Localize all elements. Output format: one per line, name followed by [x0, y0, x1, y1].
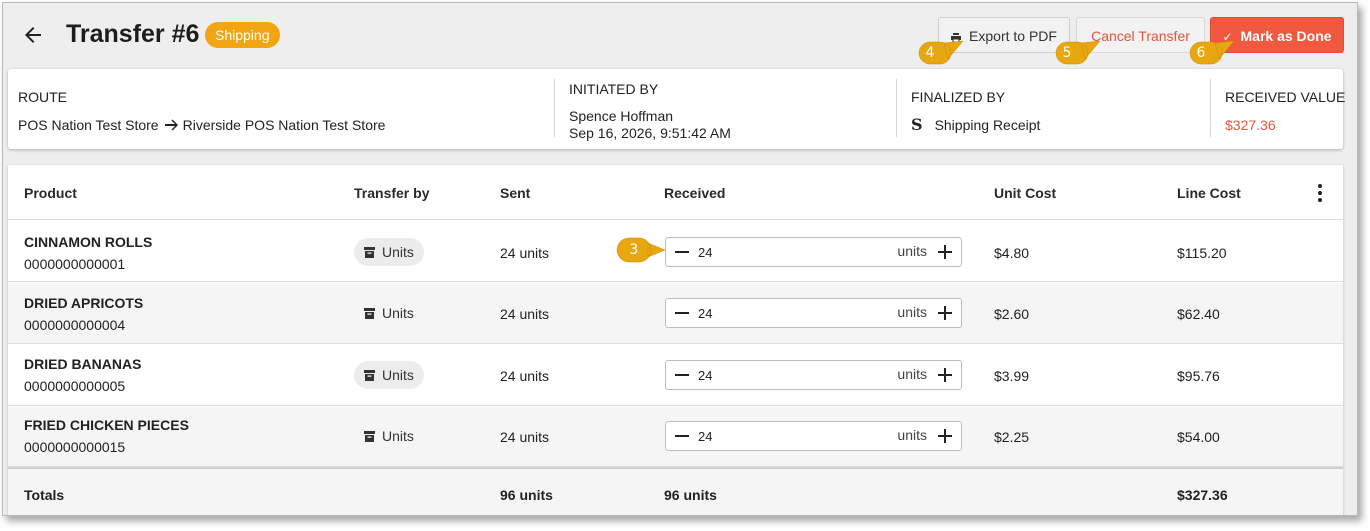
received-unit: units [897, 427, 927, 443]
initiated-by-name: Spence Hoffman [569, 108, 674, 124]
transfer-by-chip: Units [354, 361, 424, 389]
transfer-screen: Transfer #6 Shipping Export to PDF Cance… [2, 2, 1358, 516]
transfer-by-label: Units [382, 244, 414, 260]
sent-value: 24 units [500, 368, 550, 384]
product-sku: 0000000000015 [24, 439, 126, 455]
route-to: Riverside POS Nation Test Store [182, 117, 386, 133]
route-value: POS Nation Test Store Riverside POS Natio… [18, 117, 385, 133]
col-line-cost: Line Cost [1177, 185, 1241, 201]
unit-cost: $4.80 [994, 245, 1030, 261]
line-cost: $95.76 [1177, 368, 1220, 384]
plus-icon[interactable] [931, 238, 959, 266]
received-input[interactable] [698, 427, 878, 445]
initiated-by-label: INITIATED BY [569, 81, 659, 97]
initiated-date: Sep 16, 2026, 9:51:42 AM [569, 125, 731, 141]
arrow-right-icon [164, 119, 178, 131]
unit-cost: $2.60 [994, 306, 1030, 322]
transfer-by-chip: Units [354, 299, 424, 327]
box-icon [364, 308, 375, 319]
received-unit: units [897, 366, 927, 382]
sent-value: 24 units [500, 245, 550, 261]
unit-cost: $2.25 [994, 429, 1030, 445]
product-name: FRIED CHICKEN PIECES [24, 417, 189, 433]
minus-icon[interactable] [668, 422, 696, 450]
callout-6: 6 [1189, 41, 1235, 65]
table-row: CINNAMON ROLLS 0000000000001 Units 24 un… [8, 221, 1343, 282]
col-sent: Sent [500, 185, 531, 201]
export-pdf-label: Export to PDF [969, 28, 1057, 44]
col-transfer-by: Transfer by [354, 185, 430, 201]
box-icon [364, 431, 375, 442]
transfer-info-card: ROUTE POS Nation Test Store Riverside POS… [8, 69, 1346, 149]
box-icon [364, 370, 375, 381]
page-title: Transfer #6 [66, 20, 200, 48]
received-stepper: units [665, 360, 962, 390]
status-badge: Shipping [205, 22, 280, 48]
transfer-by-label: Units [382, 305, 414, 321]
minus-icon[interactable] [668, 361, 696, 389]
col-received: Received [664, 185, 726, 201]
transfer-by-label: Units [382, 367, 414, 383]
product-name: CINNAMON ROLLS [24, 234, 153, 250]
callout-4: 4 [918, 41, 964, 65]
line-cost: $54.00 [1177, 429, 1220, 445]
received-unit: units [897, 243, 927, 259]
minus-icon[interactable] [668, 238, 696, 266]
finalized-by-label: FINALIZED BY [911, 89, 1006, 105]
product-sku: 0000000000001 [24, 256, 126, 272]
mark-as-done-label: Mark as Done [1240, 28, 1332, 44]
table-header-row: Product Transfer by Sent Received Unit C… [8, 165, 1343, 220]
product-name: DRIED BANANAS [24, 356, 142, 372]
route-from: POS Nation Test Store [18, 117, 159, 133]
totals-row: Totals 96 units 96 units $327.36 [8, 467, 1343, 515]
plus-icon[interactable] [931, 361, 959, 389]
transfer-by-label: Units [382, 428, 414, 444]
received-value: $327.36 [1225, 117, 1276, 133]
received-stepper: units [665, 298, 962, 328]
totals-label: Totals [24, 487, 65, 503]
minus-icon[interactable] [668, 299, 696, 327]
received-value-label: RECEIVED VALUE [1225, 89, 1346, 105]
transfer-by-chip: Units [354, 238, 424, 266]
sent-value: 24 units [500, 306, 550, 322]
product-sku: 0000000000004 [24, 317, 126, 333]
line-cost: $115.20 [1177, 245, 1227, 261]
table-row: DRIED BANANAS 0000000000005 Units 24 uni… [8, 345, 1343, 406]
totals-line-cost: $327.36 [1177, 487, 1228, 503]
line-cost: $62.40 [1177, 306, 1220, 322]
plus-icon[interactable] [931, 422, 959, 450]
divider [896, 79, 897, 137]
divider [554, 79, 555, 137]
table-row: DRIED APRICOTS 0000000000004 Units 24 un… [8, 283, 1343, 344]
received-stepper: units [665, 421, 962, 451]
finalized-by-text: Shipping Receipt [934, 117, 1041, 133]
finalized-by-value: S Shipping Receipt [911, 115, 1040, 134]
signature-mark: S [911, 115, 923, 134]
transfer-by-chip: Units [354, 422, 424, 450]
product-sku: 0000000000005 [24, 378, 126, 394]
col-unit-cost: Unit Cost [994, 185, 1057, 201]
box-icon [364, 247, 375, 258]
divider [1210, 79, 1211, 137]
product-name: DRIED APRICOTS [24, 295, 144, 311]
table-row: FRIED CHICKEN PIECES 0000000000015 Units… [8, 407, 1343, 467]
callout-3: 3 [616, 237, 666, 263]
received-unit: units [897, 304, 927, 320]
col-product: Product [24, 185, 77, 201]
plus-icon[interactable] [931, 299, 959, 327]
received-input[interactable] [698, 243, 878, 261]
transfer-items-table: Product Transfer by Sent Received Unit C… [8, 165, 1343, 515]
received-input[interactable] [698, 366, 878, 384]
route-label: ROUTE [18, 89, 67, 105]
callout-5: 5 [1055, 41, 1101, 65]
kebab-menu-icon[interactable] [1311, 183, 1329, 203]
received-input[interactable] [698, 304, 878, 322]
back-arrow-icon[interactable] [21, 23, 45, 47]
totals-received: 96 units [664, 487, 717, 503]
totals-sent: 96 units [500, 487, 553, 503]
received-stepper: units [665, 237, 962, 267]
unit-cost: $3.99 [994, 368, 1030, 384]
sent-value: 24 units [500, 429, 550, 445]
